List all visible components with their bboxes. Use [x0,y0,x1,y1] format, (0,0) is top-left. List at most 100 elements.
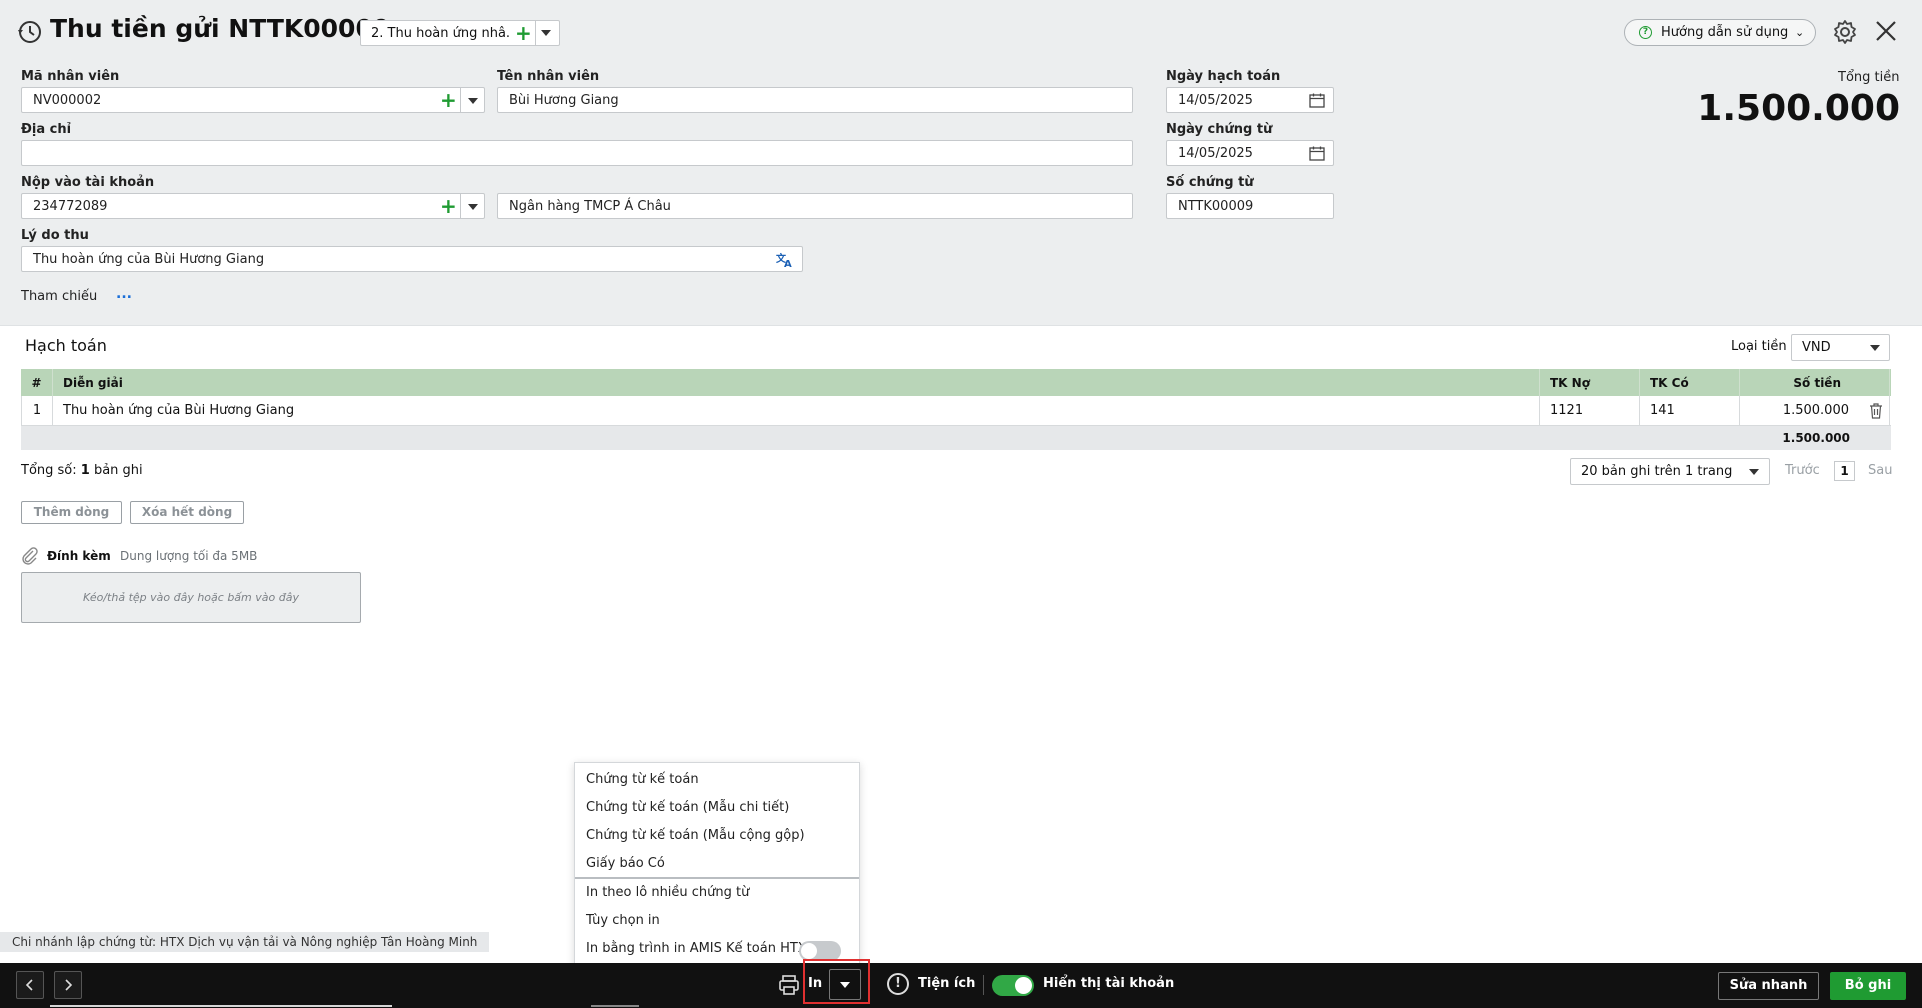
printer-icon[interactable] [778,974,800,996]
col-header-credit[interactable]: TK Có [1640,369,1740,397]
page-size-select[interactable]: 20 bản ghi trên 1 trang [1570,458,1770,485]
footer-total-amount: 1.500.000 [1782,431,1850,445]
bottom-toolbar: In ! Tiện ích Hiển thị tài khoản Sửa nha… [0,963,1922,1008]
close-icon[interactable] [1874,19,1898,43]
history-icon[interactable] [16,19,42,45]
prev-page-button[interactable]: Trước [1785,463,1820,478]
menu-item-accounting-voucher-summary[interactable]: Chứng từ kế toán (Mẫu cộng gộp) [586,828,805,843]
bank-name-field[interactable]: Ngân hàng TMCP Á Châu [497,193,1133,219]
address-field[interactable] [21,140,1133,166]
info-icon[interactable]: ! [887,973,909,995]
page-size-value: 20 bản ghi trên 1 trang [1581,464,1733,479]
posting-date-field[interactable]: 14/05/2025 [1166,87,1334,113]
col-header-index: # [21,369,53,397]
row-credit-account[interactable]: 141 [1640,396,1740,425]
help-guide-button[interactable]: ? Hướng dẫn sử dụng ⌄ [1624,19,1816,46]
next-voucher-button[interactable] [54,971,82,999]
menu-item-amis-printer[interactable]: In bằng trình in AMIS Kế toán HTX [586,941,807,956]
grid-footer-row: 1.500.000 [21,426,1891,450]
help-guide-label: Hướng dẫn sử dụng [1661,25,1789,40]
posting-date-label: Ngày hạch toán [1166,69,1281,84]
chevron-down-icon[interactable] [468,98,478,104]
amis-printer-toggle[interactable] [799,941,841,961]
voucher-type-select[interactable]: 2. Thu hoàn ứng nhâ... + [360,20,560,46]
translate-icon[interactable]: 文 A [776,252,794,268]
voucher-date-label: Ngày chứng từ [1166,122,1273,137]
address-label: Địa chỉ [21,122,72,137]
attachment-title: Đính kèm [47,549,111,563]
row-description[interactable]: Thu hoàn ứng của Bùi Hương Giang [53,396,1540,425]
chevron-down-icon: ⌄ [1795,26,1805,39]
employee-code-field[interactable]: NV000002 + [21,87,485,113]
col-header-description[interactable]: Diễn giải [53,369,1540,397]
trash-icon[interactable] [1869,403,1883,419]
add-employee-icon[interactable]: + [440,88,457,112]
deposit-account-value: 234772089 [33,199,108,214]
quick-edit-button[interactable]: Sửa nhanh [1718,972,1819,1000]
record-count-suffix: bản ghi [93,463,143,478]
currency-label: Loại tiền [1731,339,1787,354]
row-amount[interactable]: 1.500.000 [1740,396,1890,425]
employee-name-value: Bùi Hương Giang [509,93,619,108]
col-header-debit[interactable]: TK Nợ [1540,369,1640,397]
deposit-account-field[interactable]: 234772089 + [21,193,485,219]
show-account-toggle[interactable] [992,975,1034,996]
menu-item-batch-print[interactable]: In theo lô nhiều chứng từ [586,885,749,900]
utilities-button[interactable]: Tiện ích [918,976,975,991]
voucher-no-field[interactable]: NTTK00009 [1166,193,1334,219]
page-number[interactable]: 1 [1834,461,1855,481]
chevron-left-icon [25,979,33,991]
unpost-button[interactable]: Bỏ ghi [1830,972,1906,1000]
voucher-header-panel: Thu tiền gửi NTTK00009 2. Thu hoàn ứng n… [0,0,1922,326]
voucher-no-value: NTTK00009 [1178,199,1254,214]
employee-name-field[interactable]: Bùi Hương Giang [497,87,1133,113]
voucher-date-field[interactable]: 14/05/2025 [1166,140,1334,166]
bank-name-value: Ngân hàng TMCP Á Châu [509,199,671,214]
total-amount-label: Tổng tiền [1838,70,1900,85]
reason-value: Thu hoàn ứng của Bùi Hương Giang [33,252,265,267]
scrollbar-track [50,1005,392,1007]
chevron-down-icon [1870,345,1880,351]
divider [983,975,984,995]
attachment-size-note: Dung lượng tối đa 5MB [120,549,258,563]
gear-icon[interactable] [1832,19,1858,45]
accounting-section-title: Hạch toán [25,336,107,355]
record-count: Tổng số: 1 bản ghi [21,463,143,478]
menu-item-accounting-voucher-detail[interactable]: Chứng từ kế toán (Mẫu chi tiết) [586,800,789,815]
next-page-button[interactable]: Sau [1868,463,1892,478]
calendar-icon[interactable] [1309,146,1325,161]
chevron-down-icon [1749,469,1759,475]
currency-select[interactable]: VND [1791,334,1890,361]
menu-divider [575,877,859,879]
print-dropdown-menu: Chứng từ kế toán Chứng từ kế toán (Mẫu c… [574,762,860,969]
add-row-button[interactable]: Thêm dòng [21,501,122,524]
menu-item-accounting-voucher[interactable]: Chứng từ kế toán [586,772,699,787]
scrollbar-thumb[interactable] [591,1005,639,1007]
col-header-amount[interactable]: Số tiền [1740,369,1890,397]
add-voucher-type-icon[interactable]: + [515,22,532,44]
drop-zone-text: Kéo/thả tệp vào đây hoặc bấm vào đây [83,591,299,604]
calendar-icon[interactable] [1309,93,1325,108]
attachment-drop-zone[interactable]: Kéo/thả tệp vào đây hoặc bấm vào đây [21,572,361,623]
row-index: 1 [21,396,53,425]
menu-item-credit-note[interactable]: Giấy báo Có [586,856,665,871]
clear-rows-button[interactable]: Xóa hết dòng [130,501,244,524]
add-account-icon[interactable]: + [440,194,457,218]
row-debit-account[interactable]: 1121 [1540,396,1640,425]
question-icon: ? [1639,26,1652,39]
reason-field[interactable]: Thu hoàn ứng của Bùi Hương Giang 文 A [21,246,803,272]
total-amount-value: 1.500.000 [1697,88,1900,129]
chevron-down-icon[interactable] [468,204,478,210]
previous-voucher-button[interactable] [16,971,44,999]
menu-item-print-options[interactable]: Tùy chọn in [586,913,660,928]
voucher-date-value: 14/05/2025 [1178,146,1253,161]
paperclip-icon [22,547,38,565]
employee-name-label: Tên nhân viên [497,69,600,84]
table-row[interactable]: 1 Thu hoàn ứng của Bùi Hương Giang 1121 … [21,396,1891,426]
employee-code-label: Mã nhân viên [21,69,120,84]
highlight-box [803,959,870,1004]
chevron-down-icon[interactable] [541,30,551,36]
reference-more-link[interactable]: ... [116,286,132,302]
divider [535,21,536,45]
svg-text:A: A [784,259,792,268]
